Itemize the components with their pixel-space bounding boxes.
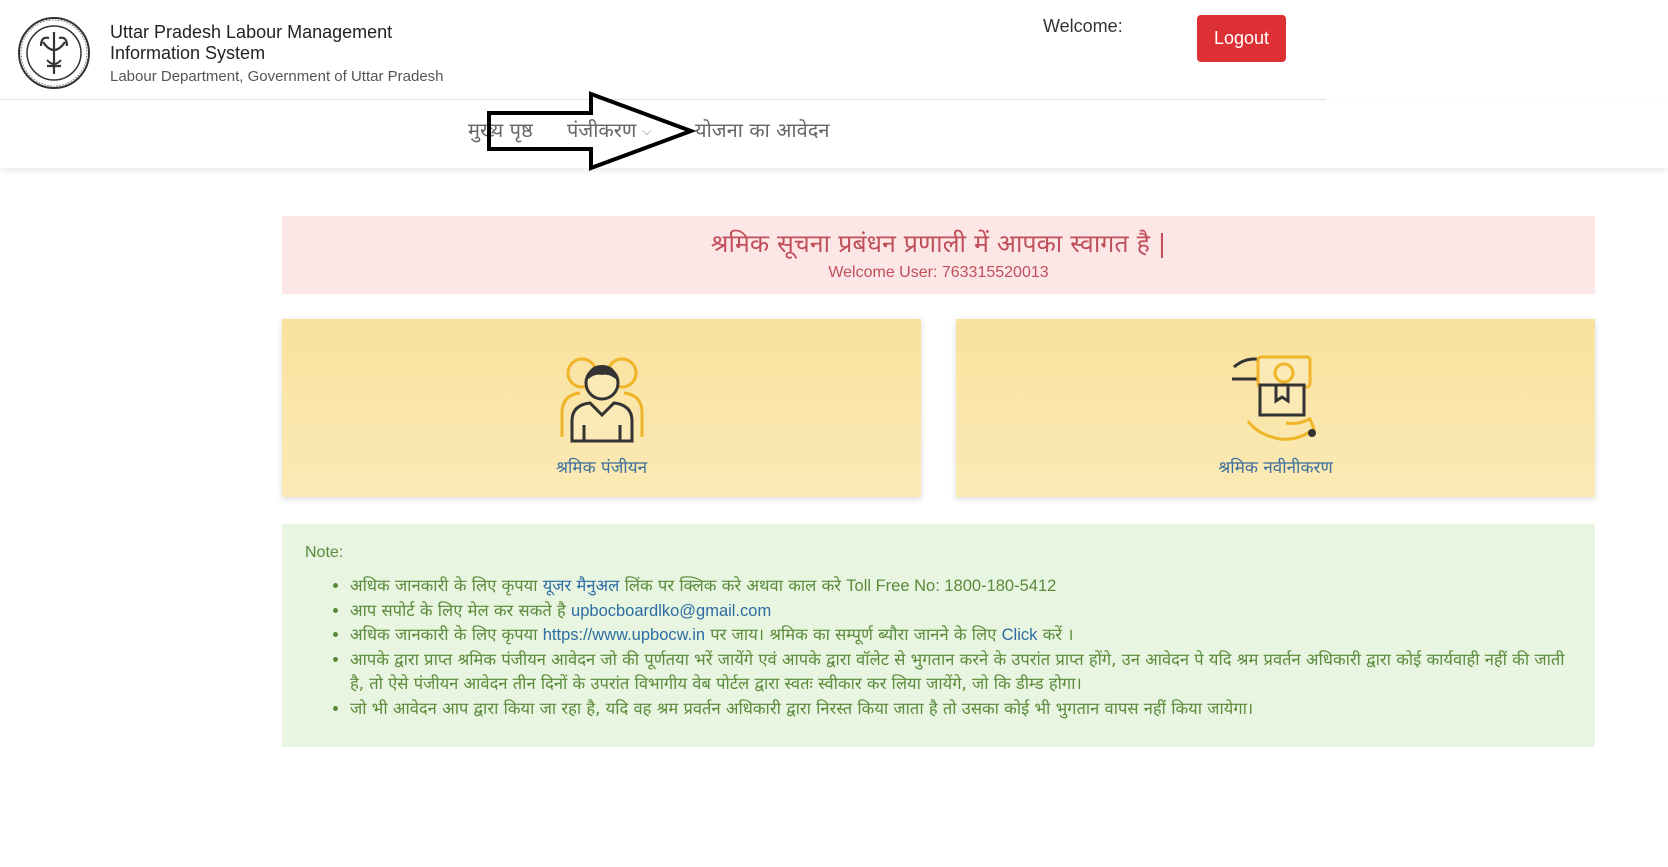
note-item: आपके द्वारा प्राप्त श्रमिक पंजीयन आवेदन … xyxy=(350,648,1565,697)
org-subtitle: Labour Department, Government of Uttar P… xyxy=(110,68,444,85)
support-email-link[interactable]: upbocboardlko@gmail.com xyxy=(571,602,771,620)
note-item: अधिक जानकारी के लिए कृपया https://www.up… xyxy=(350,623,1565,648)
note-item: अधिक जानकारी के लिए कृपया यूजर मैनुअल लि… xyxy=(350,574,1565,599)
welcome-banner: श्रमिक सूचना प्रबंधन प्रणाली में आपका स्… xyxy=(282,216,1595,294)
nav-scheme-application[interactable]: योजना का आवेदन xyxy=(695,116,829,143)
note-text: करें । xyxy=(1037,625,1074,644)
website-link[interactable]: https://www.upbocw.in xyxy=(543,626,705,644)
worker-registration-label: श्रमिक पंजीयन xyxy=(555,458,648,478)
hand-payment-icon xyxy=(1231,355,1316,441)
site-header: Uttar Pradesh Labour Management Informat… xyxy=(0,0,1326,100)
note-item: आप सपोर्ट के लिए मेल कर सकते है upbocboa… xyxy=(350,599,1565,624)
note-item: जो भी आवेदन आप द्वारा किया जा रहा है, यद… xyxy=(350,697,1565,722)
welcome-heading: श्रमिक सूचना प्रबंधन प्रणाली में आपका स्… xyxy=(710,229,1167,258)
worker-renewal-card[interactable]: श्रमिक नवीनीकरण xyxy=(956,319,1595,497)
logout-button[interactable]: Logout xyxy=(1197,15,1286,62)
note-text: अधिक जानकारी के लिए कृपया xyxy=(350,625,543,644)
note-box: Note: अधिक जानकारी के लिए कृपया यूजर मैन… xyxy=(282,524,1595,747)
org-title: Uttar Pradesh Labour Management Informat… xyxy=(110,22,393,63)
toll-free-number: Toll Free No: 1800-180-5412 xyxy=(846,577,1057,595)
note-title: Note: xyxy=(305,544,344,561)
welcome-user-id: Welcome User: 763315520013 xyxy=(828,264,1049,281)
user-manual-link[interactable]: यूजर मैनुअल xyxy=(543,576,620,595)
note-text: पर जाय। श्रमिक का सम्पूर्ण ब्यौरा जानने … xyxy=(705,625,1002,644)
note-list: अधिक जानकारी के लिए कृपया यूजर मैनुअल लि… xyxy=(350,574,1565,721)
note-text: अधिक जानकारी के लिए कृपया xyxy=(350,576,543,595)
welcome-label: Welcome: xyxy=(1043,16,1123,36)
annotation-arrow-icon xyxy=(487,91,696,171)
worker-registration-card[interactable]: श्रमिक पंजीयन xyxy=(282,319,921,497)
up-government-seal-icon xyxy=(18,17,90,89)
click-link[interactable]: Click xyxy=(1002,626,1038,644)
main-nav: मुख्य पृष्ठ पंजीकरण ⌵ योजना का आवेदन xyxy=(0,100,1668,168)
note-text: आप सपोर्ट के लिए मेल कर सकते है xyxy=(350,600,572,620)
note-text: लिंक पर क्लिक करे अथवा काल करे xyxy=(619,576,847,595)
worker-group-icon xyxy=(560,357,643,443)
worker-renewal-label: श्रमिक नवीनीकरण xyxy=(1218,458,1333,478)
